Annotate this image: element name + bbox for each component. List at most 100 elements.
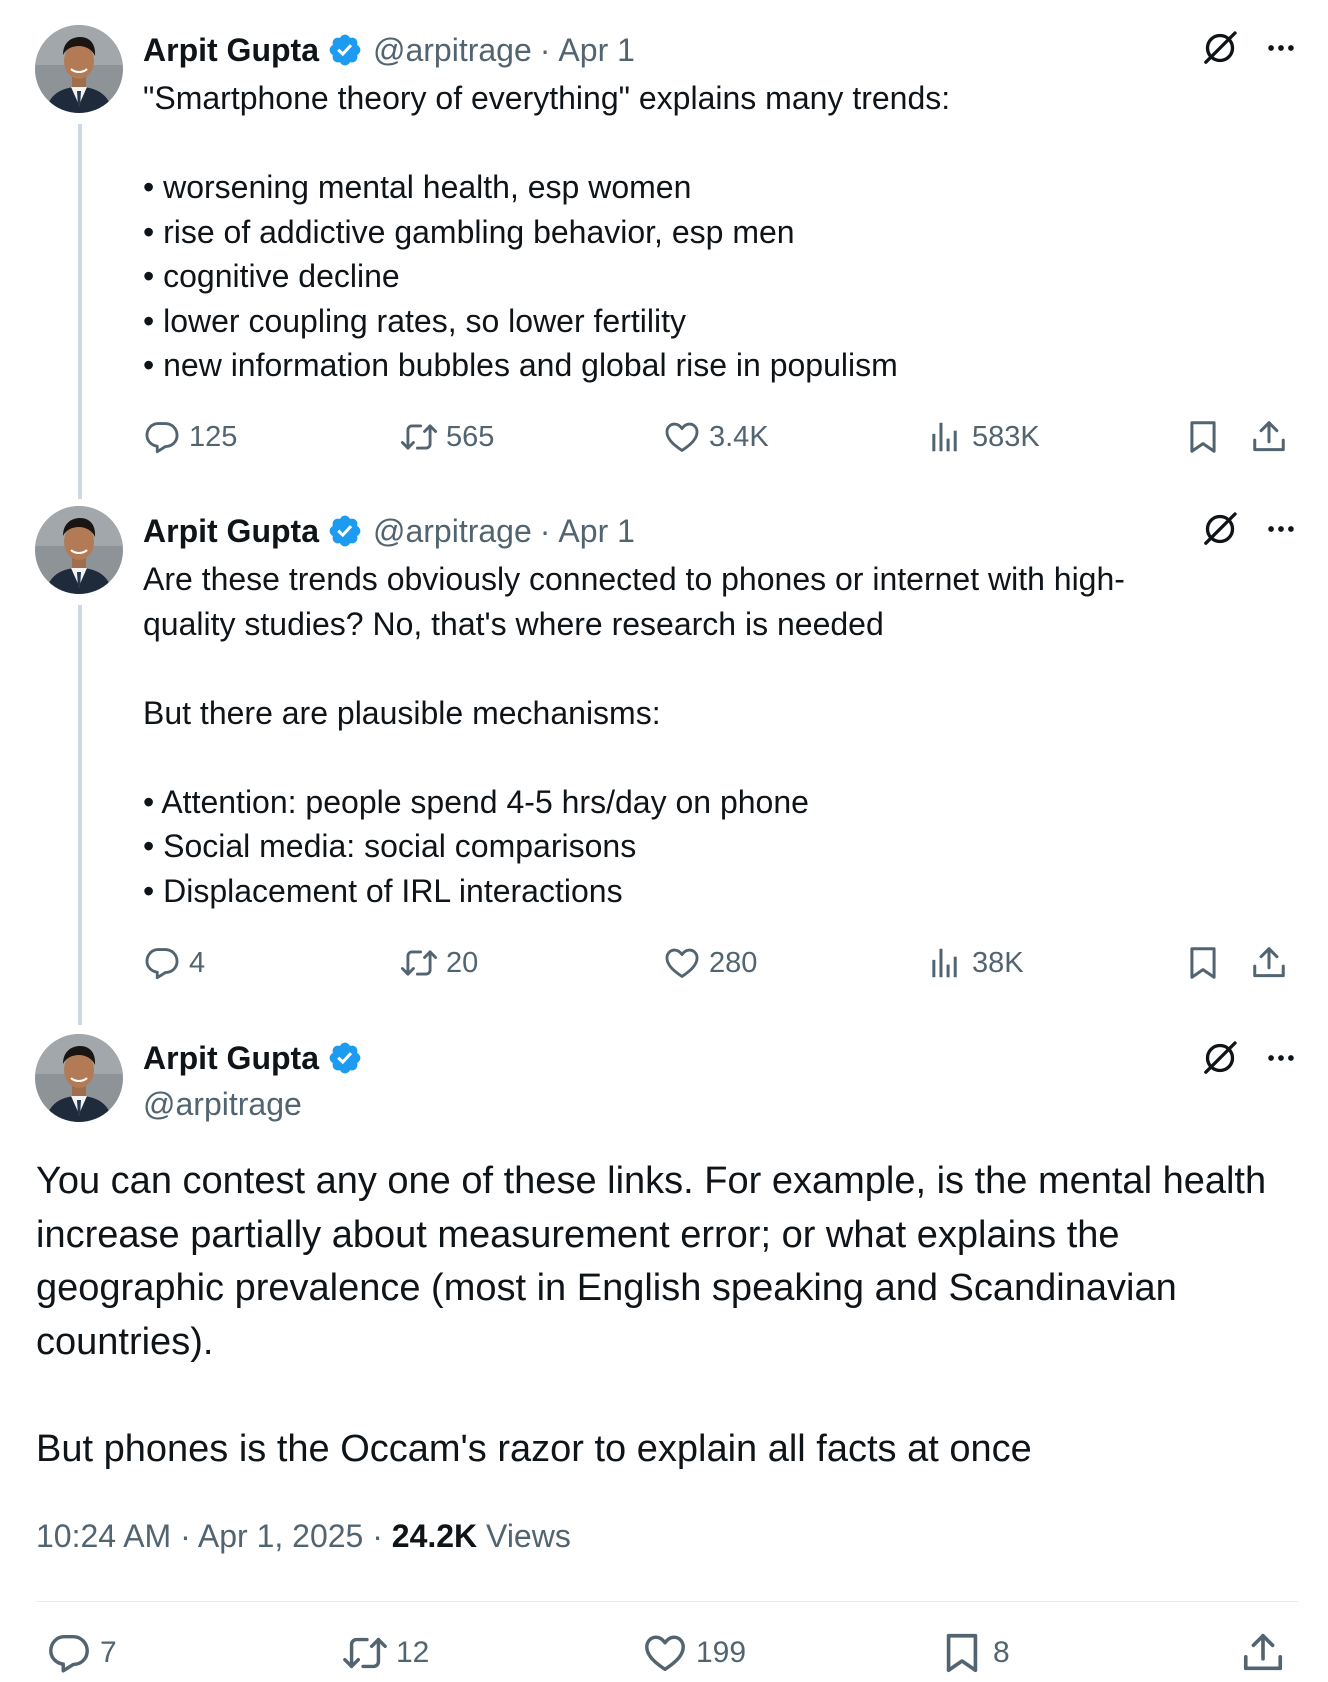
repost-count: 12 (396, 1636, 430, 1669)
grok-icon[interactable] (1200, 1038, 1240, 1078)
repost-button[interactable]: 12 (342, 1630, 429, 1676)
more-options-icon[interactable] (1264, 512, 1298, 546)
heart-icon (642, 1630, 688, 1676)
main-tweet-text: You can contest any one of these links. … (36, 1155, 1296, 1476)
tweet-header: Arpit Gupta @arpitrage · Apr 1 (143, 28, 635, 72)
author-handle[interactable]: @arpitrage (373, 32, 532, 69)
text-line: increase partially about measurement err… (36, 1213, 1120, 1256)
bookmark-button[interactable] (1184, 418, 1222, 456)
thread-connector-line (78, 124, 82, 499)
share-icon (1250, 944, 1288, 982)
views-icon (926, 418, 964, 456)
separator: · (539, 31, 551, 68)
text-line: • new information bubbles and global ris… (143, 347, 898, 383)
reply-button[interactable]: 7 (46, 1630, 117, 1676)
tweet-top-icons (1200, 1038, 1298, 1078)
repost-icon (400, 418, 438, 456)
avatar[interactable] (35, 506, 123, 594)
avatar[interactable] (35, 25, 123, 113)
like-count: 3.4K (709, 420, 769, 453)
reply-icon (143, 418, 181, 456)
separator: · (180, 1518, 191, 1554)
author-handle[interactable]: @arpitrage (373, 513, 532, 550)
text-line: geographic prevalence (most in English s… (36, 1267, 1177, 1309)
views-total: 24.2K (391, 1518, 478, 1554)
bookmark-button[interactable] (1184, 944, 1222, 982)
repost-icon (342, 1630, 388, 1676)
like-button[interactable]: 199 (642, 1630, 746, 1676)
tweet-meta: 10:24 AM · Apr 1, 2025 · 24.2K Views (36, 1518, 571, 1555)
share-button[interactable] (1250, 944, 1288, 982)
reply-icon (46, 1630, 92, 1676)
tweet-text: Are these trends obviously connected to … (143, 557, 1223, 913)
verified-badge-icon (327, 513, 363, 549)
text-line: But phones is the Occam's razor to expla… (36, 1427, 1032, 1470)
text-line: • Social media: social comparisons (143, 828, 637, 864)
author-handle[interactable]: @arpitrage (143, 1082, 302, 1126)
tweet-time[interactable]: 10:24 AM (36, 1518, 171, 1554)
bookmark-icon (939, 1630, 985, 1676)
tweet-top-icons (1200, 28, 1298, 68)
verified-badge-icon (327, 32, 363, 68)
text-line: "Smartphone theory of everything" explai… (143, 80, 951, 116)
separator: · (372, 1518, 383, 1554)
tweet-date[interactable]: Apr 1 (558, 32, 634, 69)
text-line: Are these trends obviously connected to … (143, 561, 1125, 597)
like-button[interactable]: 280 (663, 944, 757, 982)
bookmark-icon (1184, 944, 1222, 982)
tweet-top-icons (1200, 509, 1298, 549)
author-name[interactable]: Arpit Gupta (143, 513, 319, 550)
like-count: 280 (709, 946, 758, 979)
thread-connector-line (78, 605, 82, 1025)
grok-icon[interactable] (1200, 28, 1240, 68)
share-button[interactable] (1250, 418, 1288, 456)
views-button[interactable]: 38K (926, 944, 1024, 982)
views-icon (926, 944, 964, 982)
repost-count: 20 (446, 946, 479, 979)
bookmark-button[interactable]: 8 (939, 1630, 1010, 1676)
text-line: quality studies? No, that's where resear… (143, 605, 884, 642)
tweet-header: Arpit Gupta (143, 1036, 363, 1080)
repost-button[interactable]: 565 (400, 418, 494, 456)
text-line: • cognitive decline (143, 258, 400, 294)
text-line: • rise of addictive gambling behavior, e… (143, 213, 795, 250)
separator: · (539, 512, 551, 549)
reply-button[interactable]: 4 (143, 944, 205, 982)
share-button[interactable] (1240, 1630, 1286, 1676)
like-count: 199 (696, 1636, 747, 1669)
reply-button[interactable]: 125 (143, 418, 237, 456)
bookmark-icon (1184, 418, 1222, 456)
bookmark-count: 8 (993, 1636, 1010, 1669)
repost-count: 565 (446, 420, 495, 453)
reply-icon (143, 944, 181, 982)
tweet-header: Arpit Gupta @arpitrage · Apr 1 (143, 509, 635, 553)
share-icon (1250, 418, 1288, 456)
more-options-icon[interactable] (1264, 1041, 1298, 1075)
reply-count: 4 (189, 946, 206, 979)
tweet-full-date[interactable]: Apr 1, 2025 (198, 1518, 363, 1554)
avatar[interactable] (35, 1034, 123, 1122)
views-label: Views (486, 1518, 571, 1554)
text-line: • worsening mental health, esp women (143, 169, 692, 205)
text-line: • Attention: people spend 4-5 hrs/day on… (143, 783, 809, 820)
text-line: • lower coupling rates, so lower fertili… (143, 302, 686, 339)
share-icon (1240, 1630, 1286, 1676)
text-line: countries). (36, 1320, 214, 1363)
reply-count: 7 (100, 1636, 117, 1669)
grok-icon[interactable] (1200, 509, 1240, 549)
text-line: • Displacement of IRL interactions (143, 872, 623, 909)
views-button[interactable]: 583K (926, 418, 1040, 456)
heart-icon (663, 944, 701, 982)
views-count: 583K (972, 420, 1040, 453)
text-line: You can contest any one of these links. … (36, 1160, 1267, 1202)
like-button[interactable]: 3.4K (663, 418, 769, 456)
author-name[interactable]: Arpit Gupta (143, 32, 319, 69)
author-name[interactable]: Arpit Gupta (143, 1040, 319, 1077)
verified-badge-icon (327, 1040, 363, 1076)
tweet-actions: 4 20 280 38K (143, 944, 1293, 988)
repost-button[interactable]: 20 (400, 944, 478, 982)
more-options-icon[interactable] (1264, 31, 1298, 65)
tweet-date[interactable]: Apr 1 (558, 513, 634, 550)
heart-icon (663, 418, 701, 456)
tweet-text: "Smartphone theory of everything" explai… (143, 76, 1223, 388)
